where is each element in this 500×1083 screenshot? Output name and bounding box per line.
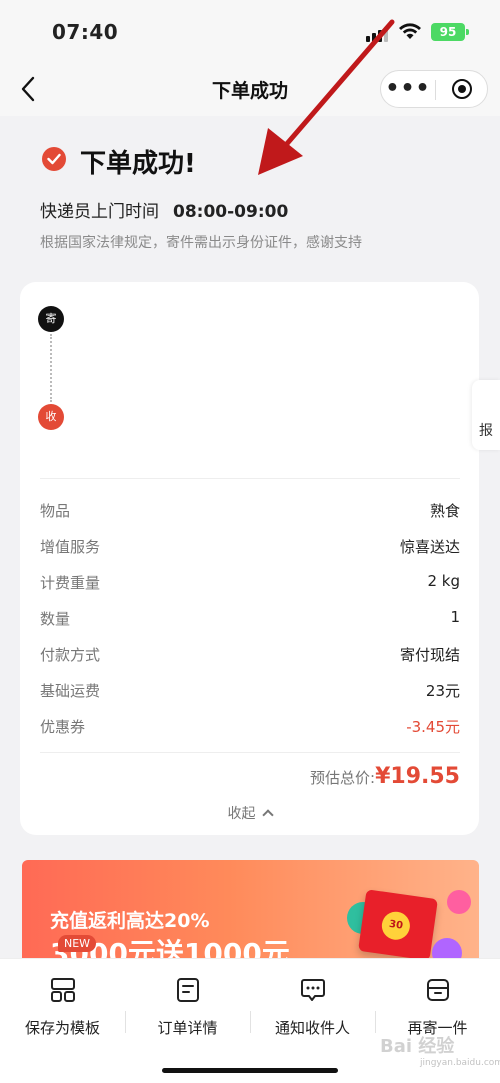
- detail-row-payment: 付款方式 寄付现结: [40, 646, 460, 664]
- signal-icon: [366, 26, 388, 42]
- pickup-label: 快递员上门时间: [40, 202, 159, 222]
- status-bar: 07:40 95: [0, 0, 500, 62]
- new-badge: NEW: [58, 935, 97, 952]
- total-label: 预估总价:: [310, 769, 376, 787]
- tab-label: 订单详情: [157, 1019, 218, 1037]
- collapse-button[interactable]: 收起: [20, 803, 479, 823]
- detail-row-item: 物品 熟食: [40, 502, 460, 520]
- divider: [40, 478, 460, 479]
- banner-title: 充值返利高达20%: [50, 910, 210, 932]
- wifi-icon: [399, 23, 421, 39]
- sender-marker: 寄: [38, 306, 64, 332]
- side-report-tab[interactable]: 报: [472, 380, 500, 450]
- watermark-url: jingyan.baidu.com: [420, 1058, 500, 1068]
- detail-row-coupon: 优惠券 -3.45元: [40, 718, 460, 736]
- home-indicator: [162, 1068, 338, 1073]
- promo-banner[interactable]: 充值返利高达20% 3000元送1000元 30: [22, 860, 479, 970]
- battery-indicator: 95: [431, 23, 469, 41]
- id-notice: 根据国家法律规定，寄件需出示身份证件，感谢支持: [40, 235, 362, 251]
- detail-row-quantity: 数量 1: [40, 608, 460, 628]
- red-packet-icon: 30: [358, 889, 438, 961]
- collapse-label: 收起: [227, 806, 256, 822]
- notify-recipient-button[interactable]: 通知收件人: [250, 959, 375, 1049]
- order-details: 物品 熟食 增值服务 惊喜送达 计费重量 2 kg 数量 1 付款方式 寄付现结 基础运费…: [40, 496, 460, 748]
- red-packet-badge: 30: [380, 909, 412, 942]
- miniprogram-capsule: •••: [380, 70, 488, 108]
- close-miniprogram-button[interactable]: [436, 71, 488, 107]
- order-card: 寄 收 物品 熟食 增值服务 惊喜送达 计费重量 2 kg 数量 1 付款方式 寄付现结 …: [20, 282, 479, 835]
- tab-label: 通知收件人: [274, 1019, 350, 1037]
- decorative-ball: [447, 890, 471, 914]
- receiver-marker: 收: [38, 404, 64, 430]
- total-value: ¥19.55: [375, 764, 460, 789]
- success-title: 下单成功!: [80, 149, 196, 179]
- nav-bar: 下单成功 •••: [0, 62, 500, 116]
- check-icon: [42, 147, 66, 171]
- status-time: 07:40: [52, 20, 119, 44]
- detail-row-base-fee: 基础运费 23元: [40, 682, 460, 700]
- order-detail-icon: [177, 978, 199, 1002]
- template-icon: [51, 978, 75, 1002]
- detail-row-service: 增值服务 惊喜送达: [40, 538, 460, 556]
- tab-label: 保存为模板: [24, 1019, 100, 1037]
- estimated-total: 预估总价:¥19.55: [310, 764, 460, 789]
- watermark-text: Bai 经验: [380, 1036, 455, 1057]
- detail-row-weight: 计费重量 2 kg: [40, 572, 460, 592]
- pickup-time-row: 快递员上门时间 08:00-09:00: [40, 197, 288, 222]
- save-template-button[interactable]: NEW 保存为模板: [0, 935, 125, 1049]
- chat-icon: [301, 979, 325, 1001]
- more-button[interactable]: •••: [381, 71, 435, 107]
- chevron-up-icon: [261, 809, 274, 821]
- route-line: [50, 334, 52, 402]
- divider: [40, 752, 460, 753]
- pickup-time: 08:00-09:00: [173, 202, 289, 222]
- order-detail-button[interactable]: 订单详情: [125, 959, 250, 1049]
- box-icon: [427, 979, 449, 1001]
